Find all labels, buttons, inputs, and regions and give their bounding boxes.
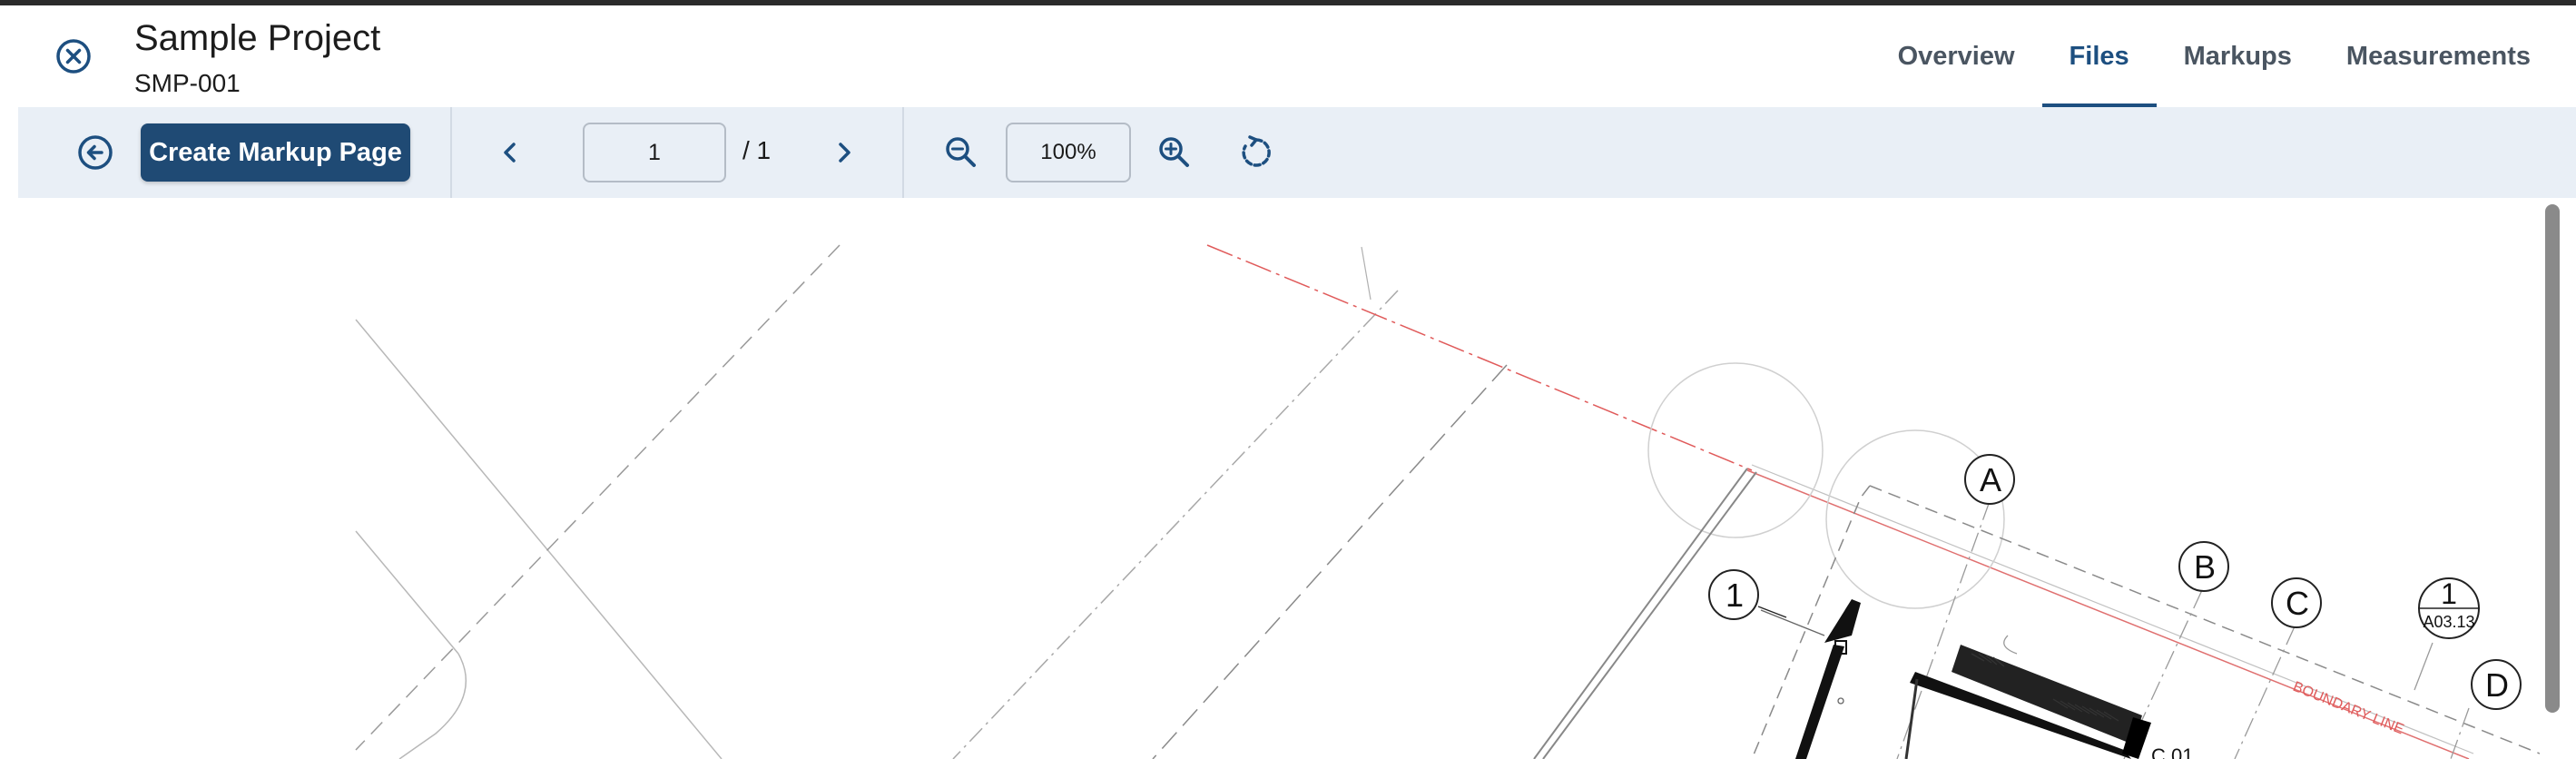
section-marker-sheet: A03.13 [2423,613,2475,631]
create-markup-page-button[interactable]: Create Markup Page [141,123,410,182]
project-title: Sample Project [134,18,381,58]
scrollbar-thumb[interactable] [2545,204,2560,713]
back-button[interactable] [74,132,116,173]
project-code: SMP-001 [134,69,241,97]
zoom-in-button[interactable] [1153,131,1196,174]
viewer-toolbar: Create Markup Page / 1 [18,107,2576,198]
grid-label-a: A [1979,461,2001,498]
page-number-input[interactable] [583,123,726,182]
architectural-drawing [355,244,2540,759]
tab-measurements[interactable]: Measurements [2319,5,2558,107]
chevron-right-icon [839,143,850,163]
rotate-icon [1242,135,1271,167]
left-edge [0,5,18,759]
close-circle-icon [56,39,91,74]
toolbar-divider [450,107,452,198]
chevron-left-icon [504,143,516,163]
project-header: Sample Project SMP-001 Overview Files Ma… [18,5,2576,107]
zoom-in-icon [1159,137,1189,167]
grid-label-1: 1 [1725,577,1745,614]
page-total: / 1 [742,136,772,164]
previous-page-button[interactable] [490,133,530,172]
grid-label-c: C [2286,585,2309,622]
tab-markups[interactable]: Markups [2157,5,2319,107]
section-marker-number: 1 [2441,577,2457,610]
rotate-button[interactable] [1234,131,1278,174]
drawing-canvas[interactable]: A B C D 1 1 A03.13 BOUNDARY LINE C.01 [18,198,2540,759]
close-button[interactable] [50,33,97,80]
zoom-level-input[interactable] [1006,123,1131,182]
next-page-button[interactable] [824,133,864,172]
grid-label-b: B [2193,548,2216,586]
tab-files[interactable]: Files [2041,5,2157,107]
room-label: C.01 [2151,744,2194,759]
tab-bar: Overview Files Markups Measurements [1871,5,2558,107]
tab-overview[interactable]: Overview [1871,5,2042,107]
zoom-out-icon [946,137,976,167]
arrow-left-circle-icon [78,135,113,170]
grid-label-d: D [2485,666,2509,704]
zoom-out-button[interactable] [939,131,983,174]
toolbar-divider [902,107,904,198]
